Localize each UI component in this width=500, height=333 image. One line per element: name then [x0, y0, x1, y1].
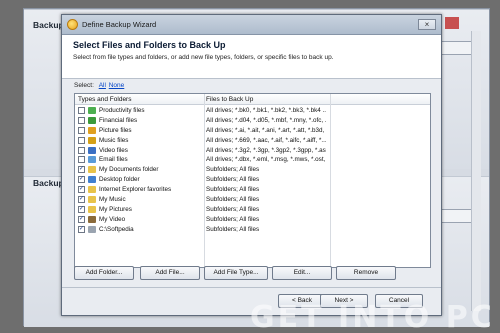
list-item[interactable]: Music files All drives; *.669, *.aac, *.a…	[75, 136, 430, 146]
add-file-type-button[interactable]: Add File Type...	[204, 266, 268, 280]
list-item[interactable]: Picture files All drives; *.ai, *.ait, *.…	[75, 126, 430, 136]
select-all-link[interactable]: All	[99, 82, 106, 89]
row-files: Subfolders; All files	[206, 205, 260, 213]
list-item[interactable]: ✓ My Music Subfolders; All files	[75, 195, 430, 205]
row-checkbox[interactable]: ✓	[78, 166, 85, 174]
wizard-header: Select Files and Folders to Back Up Sele…	[62, 35, 441, 79]
remove-button[interactable]: Remove	[336, 266, 396, 280]
add-folder-button[interactable]: Add Folder...	[74, 266, 134, 280]
watermark: GET INTO PC	[250, 300, 490, 333]
row-files: All drives; *.dbx, *.eml, *.msg, *.mws, …	[206, 156, 326, 164]
close-icon: ×	[424, 20, 430, 29]
music-icon	[88, 136, 96, 144]
row-label: Productivity files	[99, 107, 145, 114]
list-item[interactable]: Financial files All drives; *.d04, *.d05,…	[75, 116, 430, 126]
define-backup-wizard: Define Backup Wizard × Select Files and …	[61, 14, 442, 316]
list-item[interactable]: ✓ Desktop folder Subfolders; All files	[75, 175, 430, 185]
list-item[interactable]: ✓ C:\Softpedia Subfolders; All files	[75, 225, 430, 235]
row-label: Video files	[99, 146, 128, 154]
documents-folder-icon	[88, 166, 96, 174]
close-button[interactable]: ×	[418, 19, 436, 30]
background-scrollbar[interactable]	[471, 31, 481, 311]
row-files: Subfolders; All files	[206, 215, 260, 223]
row-checkbox[interactable]	[78, 146, 85, 154]
row-label: My Music	[99, 196, 126, 204]
row-checkbox[interactable]	[78, 126, 85, 134]
row-files: All drives; *.ai, *.ait, *.ani, *.art, *…	[206, 126, 326, 134]
video-icon	[88, 146, 96, 154]
row-checkbox[interactable]: ✓	[78, 205, 85, 213]
wizard-description: Select from file types and folders, or a…	[73, 54, 334, 61]
music-folder-icon	[88, 196, 96, 204]
row-label: Financial files	[99, 116, 138, 124]
row-checkbox[interactable]: ✓	[78, 186, 85, 194]
row-label: Internet Explorer favorites	[99, 186, 172, 194]
row-checkbox[interactable]	[78, 107, 85, 114]
list-item[interactable]: ✓ My Documents folder Subfolders; All file…	[75, 165, 430, 175]
row-files: Subfolders; All files	[206, 186, 260, 194]
row-files: All drives; *.669, *.aac, *.aif, *.aifc,…	[206, 136, 326, 144]
favorites-folder-icon	[88, 186, 96, 194]
window-title: Define Backup Wizard	[82, 20, 157, 29]
row-files: Subfolders; All files	[206, 196, 260, 204]
row-label: My Documents folder	[99, 166, 159, 174]
row-files: Subfolders; All files	[206, 166, 260, 174]
row-label: Desktop folder	[99, 176, 140, 184]
row-label: Picture files	[99, 126, 132, 134]
desktop-folder-icon	[88, 176, 96, 184]
row-label: My Pictures	[99, 205, 132, 213]
column-header-files[interactable]: Files to Back Up	[206, 96, 253, 103]
row-files: All drives; *.d04, *.d05, *.mbf, *.mny, …	[206, 116, 326, 124]
add-file-button[interactable]: Add File...	[140, 266, 200, 280]
list-item[interactable]: ✓ My Video Subfolders; All files	[75, 215, 430, 225]
pictures-folder-icon	[88, 205, 96, 213]
row-label: Music files	[99, 136, 129, 144]
video-folder-icon	[88, 215, 96, 223]
list-header: Types and Folders Files to Back Up	[75, 94, 430, 105]
wizard-heading: Select Files and Folders to Back Up	[73, 40, 226, 50]
title-bar[interactable]: Define Backup Wizard ×	[62, 15, 441, 35]
select-none-link[interactable]: None	[109, 82, 125, 89]
list-item[interactable]: Productivity files All drives; *.bk0, *.b…	[75, 106, 430, 116]
types-and-folders-list[interactable]: Types and Folders Files to Back Up Produ…	[74, 93, 431, 268]
wizard-app-icon	[67, 19, 78, 30]
list-item[interactable]: ✓ My Pictures Subfolders; All files	[75, 205, 430, 215]
column-header-types[interactable]: Types and Folders	[78, 96, 131, 103]
background-close-button[interactable]	[445, 17, 459, 29]
drive-folder-icon	[88, 225, 96, 233]
backup-panel-1-title: Backup	[33, 20, 64, 30]
row-checkbox[interactable]	[78, 116, 85, 124]
finance-icon	[88, 116, 96, 124]
select-label: Select:	[74, 82, 94, 89]
row-checkbox[interactable]	[78, 156, 85, 164]
row-checkbox[interactable]: ✓	[78, 176, 85, 184]
backup-panel-2-title: Backup	[33, 178, 64, 188]
list-item[interactable]: ✓ Internet Explorer favorites Subfolders; …	[75, 185, 430, 195]
row-files: All drives; *.bk0, *.bk1, *.bk2, *.bk3, …	[206, 107, 326, 114]
select-row: Select: All None	[74, 82, 124, 89]
edit-button[interactable]: Edit...	[272, 266, 332, 280]
row-files: All drives; *.3g2, *.3gp, *.3gp2, *.3gpp…	[206, 146, 326, 154]
footer-divider	[62, 287, 441, 288]
list-item[interactable]: Video files All drives; *.3g2, *.3gp, *.3…	[75, 146, 430, 156]
row-files: Subfolders; All files	[206, 176, 260, 184]
list-item[interactable]: Email files All drives; *.dbx, *.eml, *.m…	[75, 155, 430, 165]
row-checkbox[interactable]: ✓	[78, 225, 85, 233]
row-label: My Video	[99, 215, 126, 223]
row-label: Email files	[99, 156, 128, 164]
list-rows: Productivity files All drives; *.bk0, *.b…	[75, 106, 430, 235]
picture-icon	[88, 126, 96, 134]
row-checkbox[interactable]: ✓	[78, 196, 85, 204]
row-label: C:\Softpedia	[99, 225, 134, 233]
row-checkbox[interactable]: ✓	[78, 215, 85, 223]
email-icon	[88, 156, 96, 164]
row-files: Subfolders; All files	[206, 225, 260, 233]
row-checkbox[interactable]	[78, 136, 85, 144]
spreadsheet-icon	[88, 107, 96, 114]
